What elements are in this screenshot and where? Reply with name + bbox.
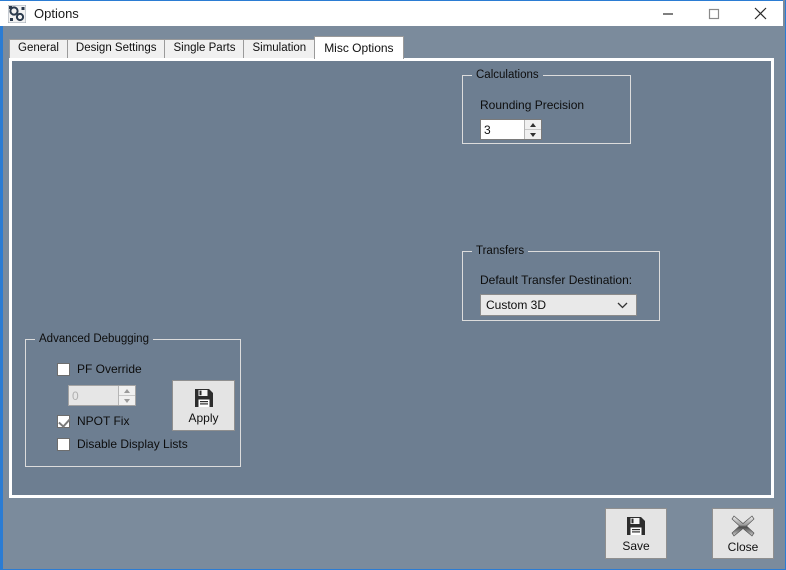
advanced-debugging-group-title: Advanced Debugging xyxy=(35,332,153,346)
spin-up-icon[interactable] xyxy=(119,386,135,396)
apply-button-label: Apply xyxy=(188,411,219,425)
x-mark-icon xyxy=(730,514,756,538)
chevron-down-icon xyxy=(617,302,628,309)
rounding-precision-value[interactable]: 3 xyxy=(481,120,524,139)
tab-design-settings[interactable]: Design Settings xyxy=(66,39,166,58)
default-transfer-destination-label: Default Transfer Destination: xyxy=(480,273,633,287)
spin-down-icon[interactable] xyxy=(525,130,541,139)
tab-strip: General Design Settings Single Parts Sim… xyxy=(9,36,404,59)
npot-fix-label: NPOT Fix xyxy=(77,414,130,428)
close-button[interactable]: Close xyxy=(712,508,774,559)
tab-misc-options[interactable]: Misc Options xyxy=(314,36,404,59)
spin-down-icon[interactable] xyxy=(119,396,135,405)
calculations-group-title: Calculations xyxy=(472,68,543,82)
pf-override-spin-buttons[interactable] xyxy=(118,386,135,405)
minimize-icon[interactable] xyxy=(645,1,691,27)
save-button[interactable]: Save xyxy=(605,508,667,559)
transfers-group: Transfers Default Transfer Destination: … xyxy=(462,244,660,321)
floppy-disk-save-icon xyxy=(193,387,215,409)
tab-general[interactable]: General xyxy=(9,39,68,58)
pf-override-label: PF Override xyxy=(77,362,142,376)
floppy-disk-save-icon xyxy=(625,515,647,537)
disable-display-lists-checkbox-row[interactable]: Disable Display Lists xyxy=(57,437,188,451)
tab-single-parts[interactable]: Single Parts xyxy=(164,39,245,58)
default-transfer-destination-value: Custom 3D xyxy=(486,298,547,312)
rounding-precision-spinner[interactable]: 3 xyxy=(480,119,542,140)
calculations-group: Calculations Rounding Precision 3 xyxy=(462,68,631,144)
pf-override-checkbox-row[interactable]: PF Override xyxy=(57,362,142,376)
pf-override-value[interactable]: 0 xyxy=(69,386,118,405)
pf-override-value-spinner[interactable]: 0 xyxy=(68,385,136,406)
tab-simulation[interactable]: Simulation xyxy=(243,39,316,58)
spin-up-icon[interactable] xyxy=(525,120,541,130)
default-transfer-destination-select[interactable]: Custom 3D xyxy=(480,294,637,316)
pf-override-checkbox[interactable] xyxy=(57,362,70,376)
window-controls xyxy=(645,1,783,27)
maximize-icon[interactable] xyxy=(691,1,737,27)
advanced-debugging-group: Advanced Debugging PF Override 0 NPOT Fi… xyxy=(25,332,241,467)
close-button-label: Close xyxy=(727,540,759,554)
app-gears-icon xyxy=(7,4,27,23)
transfers-group-title: Transfers xyxy=(472,244,529,258)
rounding-precision-spin-buttons[interactable] xyxy=(524,120,541,139)
misc-options-panel: Calculations Rounding Precision 3 Transf… xyxy=(9,58,774,498)
window-titlebar: Options xyxy=(0,0,783,26)
close-icon[interactable] xyxy=(737,1,783,27)
rounding-precision-label: Rounding Precision xyxy=(480,98,585,112)
window-title: Options xyxy=(34,6,79,21)
npot-fix-checkbox-row[interactable]: NPOT Fix xyxy=(57,414,129,428)
npot-fix-checkbox[interactable] xyxy=(57,414,70,428)
disable-display-lists-checkbox[interactable] xyxy=(57,437,70,451)
disable-display-lists-label: Disable Display Lists xyxy=(77,437,188,451)
apply-button[interactable]: Apply xyxy=(172,380,235,431)
save-button-label: Save xyxy=(622,539,650,553)
